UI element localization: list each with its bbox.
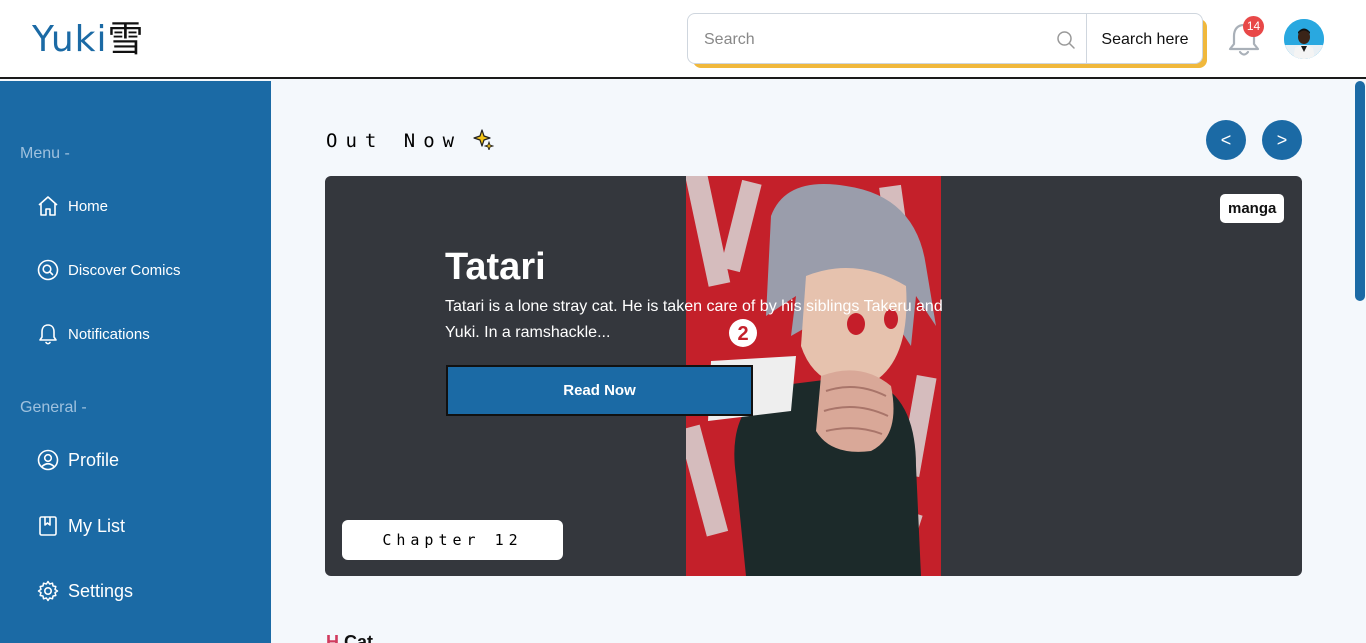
carousel-next-button[interactable]: > (1262, 120, 1302, 160)
featured-comic-card[interactable]: 2 manga Tatari Tatari is a lone stray ca… (325, 176, 1302, 576)
page-scrollbar[interactable] (1355, 81, 1365, 301)
sidebar-item-profile[interactable]: Profile (36, 448, 119, 472)
carousel-prev-button[interactable]: < (1206, 120, 1246, 160)
comic-description: Tatari is a lone stray cat. He is taken … (445, 298, 943, 341)
next-section-title: H Cat (326, 632, 373, 643)
comic-title: Tatari (445, 246, 546, 288)
genre-tag: manga (1220, 194, 1285, 223)
section-title-out-now: Out Now (326, 130, 463, 152)
sidebar-item-label: Settings (68, 580, 134, 601)
read-now-button[interactable]: Read Now (446, 365, 753, 416)
book-icon (39, 516, 57, 536)
logo-text: Yuki (32, 19, 108, 60)
next-section-label: Cat (344, 632, 374, 643)
next-section-accent: H (326, 632, 339, 643)
sidebar-item-label: Discover Comics (68, 261, 181, 279)
sidebar-item-my-list[interactable]: My List (36, 514, 125, 538)
user-avatar[interactable] (1284, 19, 1324, 59)
home-icon (38, 196, 58, 216)
general-heading: General - (20, 399, 87, 416)
sidebar-item-home[interactable]: Home (36, 194, 108, 218)
notification-count-badge: 14 (1243, 16, 1264, 37)
search-icon[interactable] (1056, 30, 1076, 50)
app-logo[interactable]: Yuki雪 (32, 18, 145, 62)
sidebar-item-label: My List (68, 515, 126, 536)
top-header: Yuki雪 Search here 14 (0, 0, 1366, 79)
sidebar-item-discover-comics[interactable]: Discover Comics (36, 258, 181, 282)
sidebar-item-label: Profile (68, 449, 120, 470)
gear-icon (37, 580, 59, 602)
sidebar-item-notifications[interactable]: Notifications (36, 322, 150, 346)
menu-heading: Menu - (20, 145, 70, 162)
chapter-badge[interactable]: Chapter 12 (342, 520, 563, 560)
search-here-button[interactable]: Search here (1087, 14, 1203, 63)
sidebar: Menu - Home Discover Comics Notification… (0, 81, 271, 643)
search-box: Search here (687, 13, 1203, 64)
logo-kanji: 雪 (107, 19, 145, 60)
search-input[interactable] (704, 28, 1044, 52)
sidebar-item-label: Notifications (68, 325, 150, 343)
search-circle-icon (37, 259, 59, 281)
bell-icon (39, 324, 57, 345)
user-circle-icon (37, 449, 59, 471)
avatar-image (1284, 19, 1324, 59)
sidebar-item-label: Home (68, 197, 109, 215)
search-bar: Search here (687, 13, 1207, 68)
sparkle-icon (473, 129, 494, 150)
sidebar-item-settings[interactable]: Settings (36, 579, 133, 603)
